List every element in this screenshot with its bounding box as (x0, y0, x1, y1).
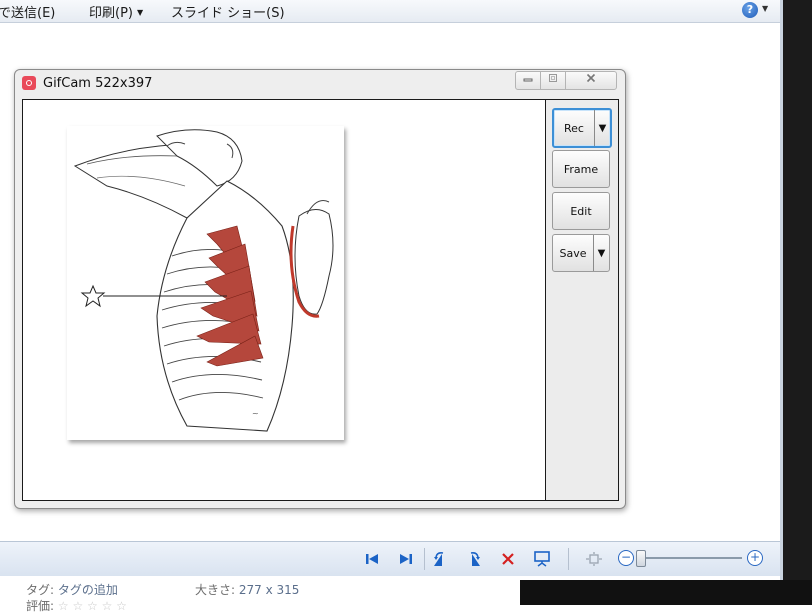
svg-text:~: ~ (252, 409, 259, 418)
rating-field: 評価: ☆ ☆ ☆ ☆ ☆ (26, 597, 127, 614)
frame-button[interactable]: Frame (552, 150, 610, 188)
menu-print-label: 印刷(P) (89, 6, 133, 21)
next-icon[interactable] (397, 550, 415, 568)
info-bar: タグ: タグの追加 大きさ: 277 x 315 評価: ☆ ☆ ☆ ☆ ☆ (0, 576, 520, 613)
help-icon[interactable]: ? (742, 2, 758, 18)
chevron-down-icon[interactable]: ▼ (594, 110, 610, 146)
save-label: Save (559, 246, 587, 260)
chevron-down-icon: ▼ (136, 8, 144, 17)
previous-icon[interactable] (363, 550, 381, 568)
maximize-icon (549, 74, 557, 82)
minimize-icon (523, 78, 533, 82)
zoom-in-icon[interactable]: + (747, 550, 763, 566)
edit-label: Edit (570, 204, 592, 218)
size-field: 大きさ: 277 x 315 (195, 581, 299, 598)
background-desktop (780, 0, 812, 605)
tag-label: タグ: (26, 583, 55, 597)
menu-send-label: で送信(E) (0, 6, 56, 21)
star-marker-icon (80, 284, 106, 308)
separator (424, 548, 425, 570)
minimize-button[interactable] (515, 71, 541, 90)
rating-label: 評価: (26, 599, 55, 613)
tag-add-link[interactable]: タグの追加 (58, 583, 118, 597)
title-bar[interactable]: GifCam 522x397 (15, 70, 625, 98)
separator (568, 548, 569, 570)
edit-button[interactable]: Edit (552, 192, 610, 230)
menu-send[interactable]: で送信(E) (0, 2, 55, 21)
size-label: 大きさ: (195, 583, 236, 597)
close-button[interactable] (565, 71, 617, 90)
menu-bar: で送信(E) 印刷(P) ▼ スライド ショー(S) ? ▼ (0, 0, 780, 23)
chevron-down-icon[interactable]: ▼ (593, 235, 609, 271)
save-button[interactable]: Save ▼ (552, 234, 610, 272)
capture-frame: ~ (22, 99, 546, 501)
rotate-left-icon[interactable] (431, 550, 449, 568)
anatomy-drawing: ~ (73, 129, 334, 432)
rec-label: Rec (564, 121, 584, 135)
rec-button[interactable]: Rec ▼ (552, 108, 612, 148)
chevron-down-icon[interactable]: ▼ (762, 4, 768, 13)
rating-stars-icon[interactable]: ☆ ☆ ☆ ☆ ☆ (58, 599, 127, 613)
zoom-out-icon[interactable]: − (618, 550, 634, 566)
rotate-right-icon[interactable] (465, 550, 483, 568)
menu-slideshow[interactable]: スライド ショー(S) (171, 2, 285, 21)
gifcam-controls: Rec ▼ Frame Edit Save ▼ (546, 99, 619, 501)
delete-icon[interactable] (499, 550, 517, 568)
maximize-button[interactable] (540, 71, 566, 90)
zoom-slider-thumb[interactable] (636, 550, 646, 567)
frame-label: Frame (563, 162, 599, 176)
background-desktop (520, 580, 812, 605)
close-icon (586, 73, 596, 83)
fit-icon[interactable] (585, 550, 603, 568)
slideshow-icon[interactable] (533, 550, 551, 568)
zoom-slider-track[interactable] (640, 557, 742, 559)
gifcam-window: GifCam 522x397 ~ Rec ▼ Frame Edit Save ▼ (14, 69, 626, 509)
menu-slideshow-label: スライド ショー(S) (171, 6, 285, 21)
anatomy-illustration: ~ (67, 126, 344, 440)
menu-print[interactable]: 印刷(P) ▼ (89, 2, 143, 21)
viewer-controls: − + (0, 541, 780, 576)
window-title: GifCam 522x397 (43, 76, 153, 91)
tag-field: タグ: タグの追加 (26, 581, 118, 598)
gifcam-icon (22, 76, 36, 90)
size-value: 277 x 315 (238, 583, 300, 597)
